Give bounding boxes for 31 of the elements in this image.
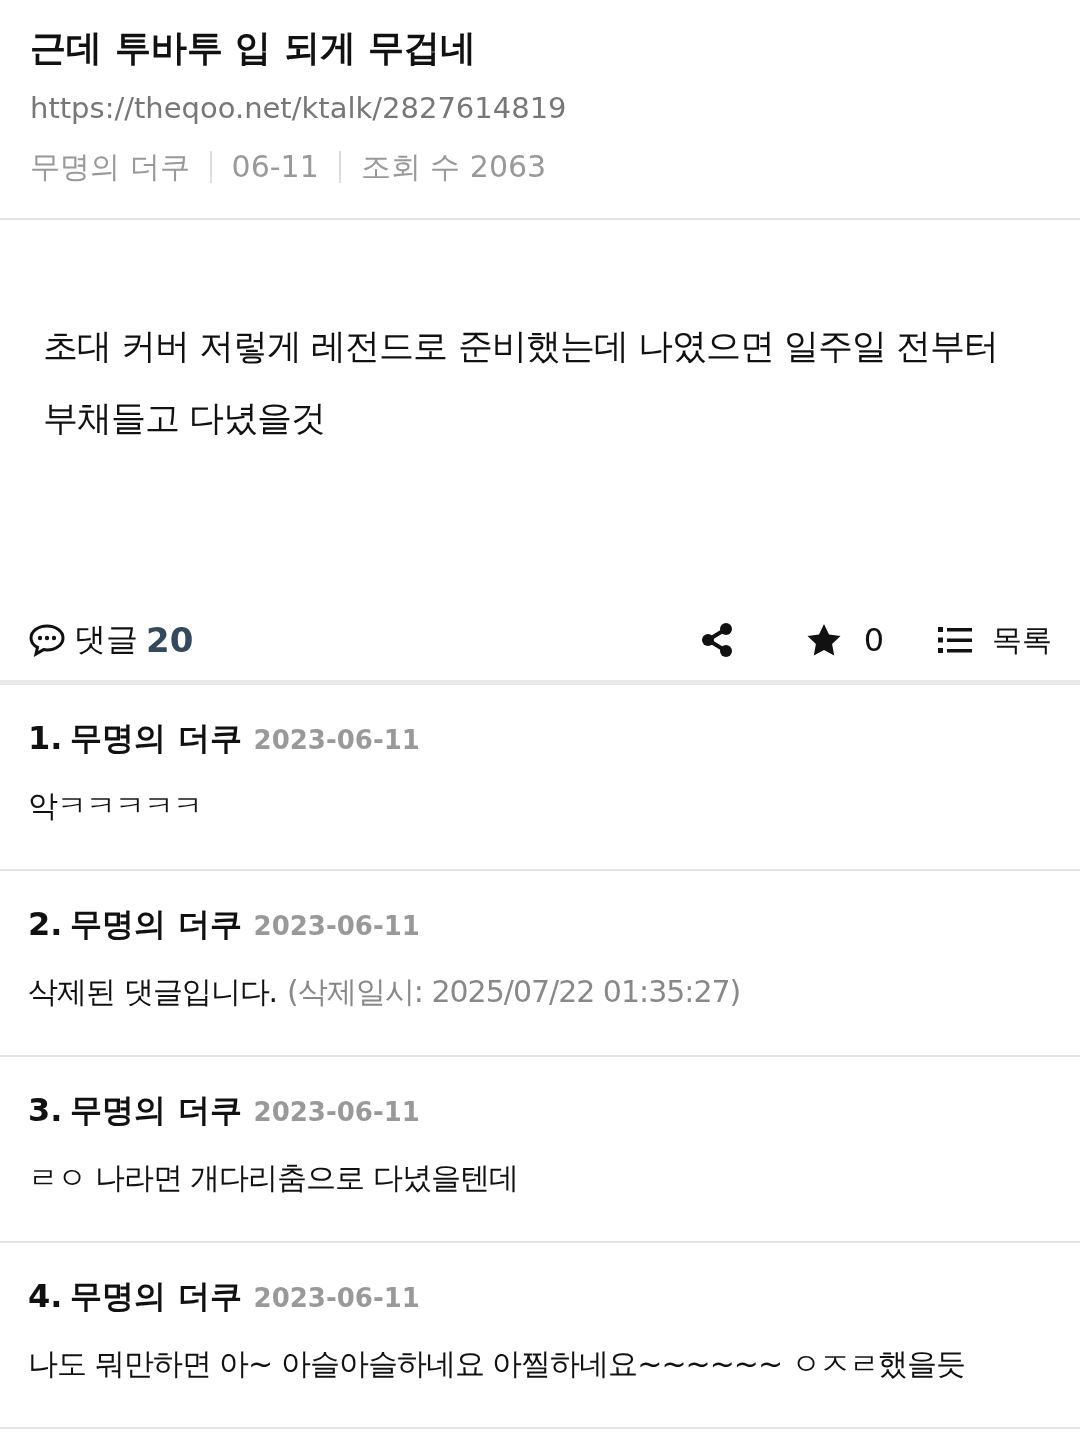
comment-number: 1. — [28, 719, 63, 757]
post-body: 초대 커버 저렇게 레전드로 준비했는데 나였으면 일주일 전부터 부채들고 다녔을것 — [43, 325, 999, 440]
comment-author: 무명의 더쿠 — [70, 1090, 242, 1131]
comments-count: 20 — [146, 620, 194, 660]
list-icon[interactable] — [938, 626, 972, 654]
list-label[interactable]: 목록 — [992, 619, 1052, 661]
comment-date: 2023-06-11 — [253, 1097, 420, 1127]
comment-number: 4. — [28, 1277, 63, 1315]
comment-text: 삭제된 댓글입니다. — [28, 974, 278, 1009]
comment-number: 3. — [28, 1091, 63, 1129]
comment-text: 악ㅋㅋㅋㅋㅋ — [28, 788, 202, 823]
speech-bubble-icon — [28, 623, 66, 657]
star-icon[interactable] — [805, 623, 842, 657]
comment-number: 2. — [28, 905, 63, 943]
deleted-note: (삭제일시: 2025/07/22 01:35:27) — [287, 974, 741, 1009]
comment-date: 2023-06-11 — [253, 1283, 420, 1313]
comment-author: 무명의 더쿠 — [70, 1276, 242, 1317]
post-meta: 무명의 더쿠 — [30, 148, 190, 186]
comment-date: 2023-06-11 — [253, 911, 420, 941]
comment-date: 2023-06-11 — [253, 725, 420, 755]
post-url[interactable]: https://theqoo.net/ktalk/2827614819 — [30, 82, 1050, 134]
comment-author: 무명의 더쿠 — [70, 904, 242, 945]
post-title: 근데 투바투 입 되게 무겁네 — [30, 26, 478, 70]
comment-author: 무명의 더쿠 — [70, 718, 242, 759]
post-meta: 06-11 — [231, 148, 319, 186]
comment-text: 나도 뭐만하면 아~ 아슬아슬하네요 아찔하네요~~~~~~ ㅇㅈㄹ했을듯 — [28, 1346, 965, 1381]
star-count: 0 — [863, 621, 884, 659]
post-meta: 조회 수 2063 — [360, 148, 547, 186]
share-icon[interactable] — [699, 622, 734, 658]
comment-text: ㄹㅇ 나라면 개다리춤으로 다녔을텐데 — [28, 1160, 518, 1195]
comments-label: 댓글 — [74, 619, 138, 660]
